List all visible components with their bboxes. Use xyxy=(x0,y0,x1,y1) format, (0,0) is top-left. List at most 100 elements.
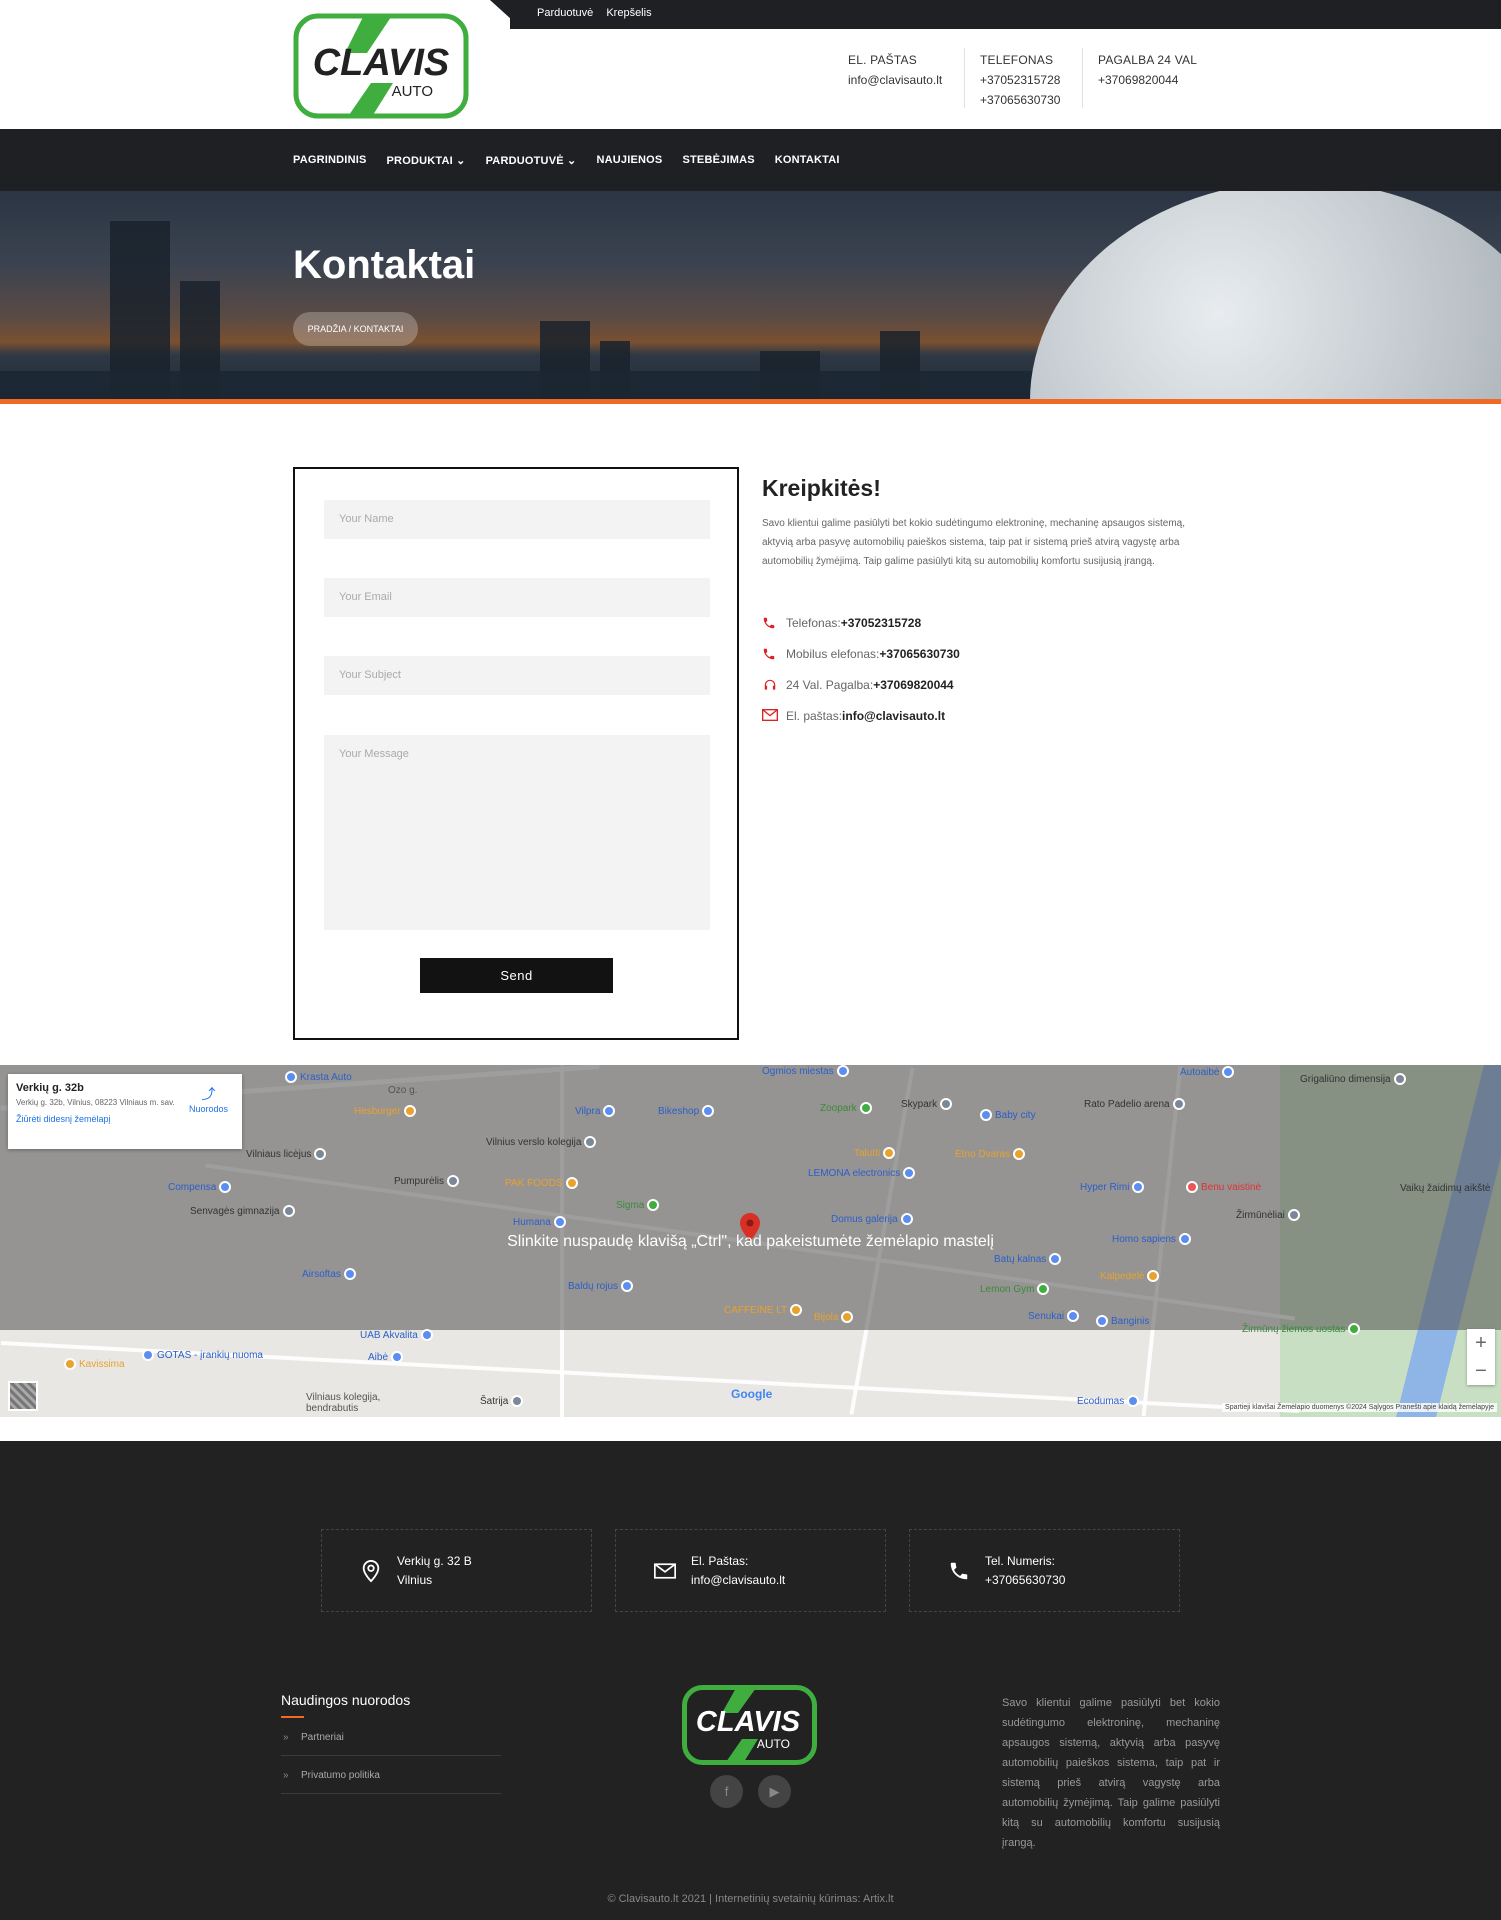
map-poi[interactable]: Ecodumas xyxy=(1077,1395,1140,1407)
map-poi[interactable]: Baldų rojus xyxy=(568,1280,634,1292)
map-poi[interactable]: Humana xyxy=(513,1216,566,1228)
pin-icon xyxy=(859,1102,872,1114)
cart-link[interactable]: Krepšelis xyxy=(606,7,651,19)
footer-link-partners[interactable]: Partneriai xyxy=(281,1718,501,1756)
map-poi[interactable]: UAB Akvalita xyxy=(360,1329,433,1341)
map-poi-label: Domus galerija xyxy=(831,1213,898,1225)
header-phone-value-2[interactable]: +37065630730 xyxy=(980,90,1060,110)
map-poi[interactable]: PAK FOODS xyxy=(505,1177,578,1189)
google-map[interactable]: Krasta Auto Ozo g. Hesburger Vilnius ver… xyxy=(0,1065,1501,1417)
map-poi-label: Šatrija xyxy=(480,1395,509,1407)
map-poi[interactable]: Krasta Auto xyxy=(285,1071,352,1083)
map-attribution[interactable]: Spartieji klavišai Žemėlapio duomenys ©2… xyxy=(1222,1403,1497,1412)
map-poi[interactable]: Lemon Gym xyxy=(980,1283,1050,1295)
map-poi[interactable]: Skypark xyxy=(901,1098,953,1110)
pin-icon xyxy=(64,1358,76,1370)
breadcrumb[interactable]: PRADŽIA / KONTAKTAI xyxy=(293,312,418,346)
header-help-value[interactable]: +37069820044 xyxy=(1098,70,1197,90)
pin-icon xyxy=(1147,1270,1160,1282)
map-poi[interactable]: CAFFEINE LT xyxy=(724,1304,803,1316)
zoom-in-button[interactable]: + xyxy=(1467,1329,1495,1357)
email-value[interactable]: info@clavisauto.lt xyxy=(842,709,945,723)
footer-phone-value[interactable]: +37065630730 xyxy=(985,1571,1065,1590)
map-poi[interactable]: Batų kalnas xyxy=(994,1253,1062,1265)
map-poi-label: Baldų rojus xyxy=(568,1280,619,1292)
map-poi[interactable]: Rato Padelio arena xyxy=(1084,1098,1185,1110)
header-phone-value-1[interactable]: +37052315728 xyxy=(980,70,1060,90)
map-poi[interactable]: Senvagės gimnazija xyxy=(190,1205,295,1217)
nav-item-news[interactable]: NAUJIENOS xyxy=(596,154,662,167)
map-poi[interactable]: Hesburger xyxy=(354,1105,416,1117)
phone-icon xyxy=(762,647,778,661)
pin-icon xyxy=(343,1268,356,1280)
map-poi[interactable]: Banginis xyxy=(1096,1315,1149,1327)
map-poi[interactable]: Etno Dvaras xyxy=(955,1148,1026,1160)
map-poi[interactable]: Domus galerija xyxy=(831,1213,913,1225)
map-poi[interactable]: Hyper Rimi xyxy=(1080,1181,1145,1193)
map-poi[interactable]: Pumpurėlis xyxy=(394,1175,460,1187)
nav-item-contacts[interactable]: KONTAKTAI xyxy=(775,154,840,167)
map-poi[interactable]: Kalpedelė xyxy=(1100,1270,1160,1282)
name-input[interactable]: Your Name xyxy=(324,500,710,539)
divider xyxy=(964,48,965,108)
map-poi[interactable]: Compensa xyxy=(168,1181,232,1193)
map-poi[interactable]: Žirmūnų žiemos uostas xyxy=(1242,1323,1361,1335)
map-poi[interactable]: Aibė xyxy=(368,1351,404,1363)
map-larger-link[interactable]: Žiūrėti didesnį žemėlapį xyxy=(16,1114,234,1124)
send-button[interactable]: Send xyxy=(420,958,613,993)
help-row: 24 Val. Pagalba: +37069820044 xyxy=(762,678,954,692)
map-poi[interactable]: Benu vaistinė xyxy=(1186,1181,1261,1193)
map-poi[interactable]: Senukai xyxy=(1028,1310,1080,1322)
map-poi-label: Žirmūnėliai xyxy=(1236,1209,1285,1221)
footer-logo[interactable]: CLAVIS AUTO xyxy=(682,1685,817,1765)
email-input[interactable]: Your Email xyxy=(324,578,710,617)
nav-item-home[interactable]: PAGRINDINIS xyxy=(293,154,367,167)
clavis-logo[interactable]: CLAVIS AUTO xyxy=(293,13,469,119)
map-poi[interactable]: Zoopark xyxy=(820,1102,872,1114)
map-poi[interactable]: Šatrija xyxy=(480,1395,524,1407)
footer-email-value[interactable]: info@clavisauto.lt xyxy=(691,1571,785,1590)
map-poi[interactable]: Talutti xyxy=(854,1147,896,1159)
shop-link[interactable]: Parduotuvė xyxy=(537,7,593,19)
map-poi[interactable]: Baby city xyxy=(980,1109,1036,1121)
map-poi[interactable]: Vilniaus licėjus xyxy=(246,1148,327,1160)
map-poi[interactable]: Sigma xyxy=(616,1199,660,1211)
map-poi[interactable]: GOTAS - įrankių nuoma xyxy=(142,1349,263,1361)
mobile-value[interactable]: +37065630730 xyxy=(879,647,959,661)
subject-input[interactable]: Your Subject xyxy=(324,656,710,695)
map-poi[interactable]: Žirmūnėliai xyxy=(1236,1209,1300,1221)
youtube-icon[interactable]: ▶ xyxy=(758,1775,791,1808)
nav-item-products[interactable]: PRODUKTAI ⌄ xyxy=(387,154,466,167)
map-poi-label: LEMONA electronics xyxy=(808,1167,901,1179)
pin-icon xyxy=(1222,1066,1235,1078)
pin-icon xyxy=(1013,1148,1026,1160)
map-poi[interactable]: Vaikų žaidimų aikštė xyxy=(1400,1183,1490,1194)
nav-item-tracking[interactable]: STEBĖJIMAS xyxy=(682,154,754,167)
map-scroll-message: Slinkite nuspaudę klavišą „Ctrl", kad pa… xyxy=(507,1233,994,1250)
message-textarea[interactable]: Your Message xyxy=(324,735,710,930)
zoom-out-button[interactable]: − xyxy=(1467,1357,1495,1385)
pin-icon xyxy=(1393,1073,1406,1085)
map-poi[interactable]: Vilniaus kolegija, bendrabutis xyxy=(306,1392,396,1414)
directions-button[interactable]: ⤴ Nuorodos xyxy=(189,1084,228,1114)
map-poi[interactable]: Airsoftas xyxy=(302,1268,356,1280)
top-links: Parduotuvė Krepšelis xyxy=(537,7,662,19)
map-poi[interactable]: LEMONA electronics xyxy=(808,1167,916,1179)
map-thumbnail[interactable] xyxy=(8,1381,38,1411)
nav-item-shop[interactable]: PARDUOTUVĖ ⌄ xyxy=(486,154,577,167)
facebook-icon[interactable]: f xyxy=(710,1775,743,1808)
header-email: EL. PAŠTAS info@clavisauto.lt xyxy=(848,50,942,90)
map-poi[interactable]: Grigaliūno dimensija xyxy=(1300,1073,1406,1085)
chevron-down-icon: ⌄ xyxy=(456,155,466,167)
phone-value[interactable]: +37052315728 xyxy=(841,616,921,630)
map-poi[interactable]: Vilpra xyxy=(575,1105,616,1117)
map-poi[interactable]: Bijola xyxy=(814,1311,854,1323)
map-poi[interactable]: Kavissima xyxy=(64,1358,125,1370)
map-poi[interactable]: Vilnius verslo kolegija xyxy=(486,1136,597,1148)
help-value[interactable]: +37069820044 xyxy=(873,678,953,692)
header-email-value[interactable]: info@clavisauto.lt xyxy=(848,70,942,90)
map-poi[interactable]: Autoaibė xyxy=(1180,1066,1235,1078)
map-poi[interactable]: Ogmios miestas xyxy=(762,1065,849,1077)
map-poi[interactable]: Bikeshop xyxy=(658,1105,715,1117)
footer-link-privacy[interactable]: Privatumo politika xyxy=(281,1756,501,1794)
